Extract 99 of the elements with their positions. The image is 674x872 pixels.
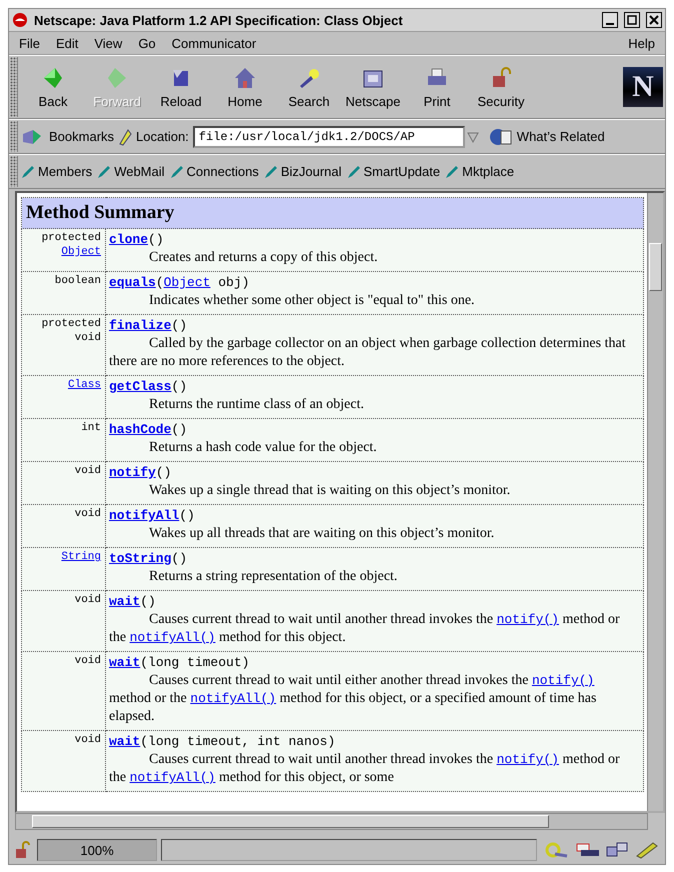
modifier-text: void — [74, 654, 101, 668]
method-description: Wakes up all threads that are waiting on this object’s monitor. — [148, 525, 496, 543]
parameter-text: () — [171, 379, 188, 394]
horizontal-scrollbar[interactable] — [15, 813, 648, 830]
parameter-text: () — [171, 318, 188, 333]
location-label: Location: — [136, 129, 189, 144]
method-description: Creates and returns a copy of this object. — [148, 249, 379, 267]
method-description: Returns a hash code value for the object. — [148, 439, 378, 457]
parameter-text: (long timeout, int nanos) — [140, 734, 336, 749]
modifier-text: void — [74, 733, 101, 747]
close-icon — [649, 15, 659, 25]
toolbar-grip[interactable] — [10, 57, 18, 117]
modifier-text: boolean — [54, 274, 101, 288]
method-link[interactable]: getClass — [109, 379, 172, 394]
netscape-logo: N — [623, 67, 663, 107]
personal-toolbar-link[interactable]: BizJournal — [264, 164, 342, 179]
table-heading: Method Summary — [22, 198, 644, 228]
method-link[interactable]: notify() — [496, 752, 559, 767]
parameter-text: () — [171, 422, 188, 437]
window-title: Netscape: Java Platform 1.2 API Specification: Class Object — [34, 12, 404, 28]
method-description: Indicates whether some other object is "equal to" this one. — [148, 292, 476, 310]
type-link[interactable]: Object — [24, 245, 101, 259]
parameter-text: (long timeout) — [140, 655, 250, 670]
toolbar-button[interactable]: Security — [469, 56, 533, 118]
toolbar-button[interactable]: Print — [405, 56, 469, 118]
bookmarks-menu[interactable]: Bookmarks — [49, 129, 114, 144]
toolbar-grip[interactable] — [10, 156, 18, 187]
method-description: Causes current thread to wait until either another thread invokes the notify() method or the notifyAll() method for this object, or a specified amount of time has elapsed. — [109, 672, 598, 726]
toolbar-button[interactable]: Home — [213, 56, 277, 118]
pen-icon — [97, 164, 112, 178]
modifier-text: void — [74, 331, 101, 345]
location-field[interactable]: file:/usr/local/jdk1.2/DOCS/AP — [192, 126, 465, 148]
pen-icon — [346, 164, 361, 178]
method-link[interactable]: notify — [109, 465, 156, 480]
type-link[interactable]: Object — [164, 275, 210, 290]
pen-icon — [264, 164, 278, 178]
method-link[interactable]: wait — [109, 655, 140, 670]
toolbar-grip[interactable] — [10, 121, 18, 152]
toolbar-button[interactable]: Search — [277, 56, 341, 118]
close-button[interactable] — [646, 12, 662, 28]
modifier-text: int — [80, 421, 101, 435]
menu-item[interactable]: Help — [622, 36, 661, 50]
pen-icon — [21, 164, 35, 178]
method-description: Causes current thread to wait until another thread invokes the notify() method or the notifyAll() method for this object, or some — [109, 751, 621, 787]
vertical-scrollbar[interactable] — [647, 193, 663, 811]
method-link[interactable]: wait — [109, 594, 140, 609]
personal-toolbar-link[interactable]: Connections — [170, 164, 259, 179]
toolbar-button[interactable]: Reload — [149, 56, 213, 118]
menu-item[interactable]: Communicator — [166, 36, 262, 50]
method-link[interactable]: notifyAll() — [190, 691, 276, 706]
method-link[interactable]: toString — [109, 551, 172, 566]
modifier-text: void — [74, 593, 101, 607]
method-description: Called by the garbage collector on an object when garbage collection determines that there are no more references to the object. — [109, 335, 627, 371]
parameter-text: () — [156, 465, 172, 480]
modifier-text: void — [74, 507, 101, 521]
pen-icon — [170, 164, 184, 178]
maximize-icon — [627, 15, 637, 25]
method-link[interactable]: notify() — [496, 612, 559, 627]
method-link[interactable]: finalize — [109, 318, 172, 333]
method-description: Causes current thread to wait until another thread invokes the notify() method or the notifyAll() method for this object. — [109, 611, 621, 647]
method-link[interactable]: notifyAll() — [130, 770, 216, 785]
method-description: Returns the runtime class of an object. — [148, 396, 365, 414]
personal-toolbar-link[interactable]: SmartUpdate — [346, 164, 440, 179]
method-link[interactable]: hashCode — [109, 422, 172, 437]
modifier-text: protected — [40, 317, 101, 331]
personal-toolbar-link[interactable]: Mktplace — [445, 164, 514, 179]
method-link[interactable]: wait — [109, 734, 140, 749]
toolbar-button[interactable]: Netscape — [341, 56, 405, 118]
parameter-text: () — [171, 551, 188, 566]
menu-item[interactable]: Go — [132, 36, 162, 50]
modifier-text: void — [74, 464, 101, 478]
zoom-level: 100% — [37, 839, 157, 861]
method-link[interactable]: equals — [109, 275, 156, 290]
method-link[interactable]: notifyAll — [109, 508, 180, 523]
method-link[interactable]: clone — [109, 232, 148, 247]
maximize-button[interactable] — [624, 12, 640, 28]
parameter-text: () — [148, 232, 164, 247]
parameter-text: () — [179, 508, 195, 523]
globe-icon — [488, 126, 513, 146]
minimize-icon — [606, 23, 614, 25]
home-icon — [233, 66, 257, 90]
parameter-text: () — [140, 594, 156, 609]
method-description: Returns a string representation of the object. — [148, 568, 398, 586]
method-link[interactable]: notifyAll() — [130, 630, 216, 645]
method-description: Wakes up a single thread that is waiting on this object’s monitor. — [148, 482, 512, 500]
modifier-text: protected — [40, 231, 101, 245]
menu-item[interactable]: View — [88, 36, 128, 50]
personal-toolbar-link[interactable]: WebMail — [97, 164, 165, 179]
parameter-text: ( — [156, 275, 164, 290]
whats-related-button[interactable]: What’s Related — [516, 129, 605, 144]
parameter-text: obj) — [217, 275, 250, 290]
method-link[interactable]: notify() — [532, 673, 594, 688]
padlock-icon — [13, 840, 33, 860]
pen-icon — [445, 164, 460, 178]
toolbar-button[interactable]: Back — [21, 56, 85, 118]
menu-item[interactable]: Edit — [50, 36, 84, 50]
minimize-button[interactable] — [602, 12, 618, 28]
menu-item[interactable]: File — [13, 36, 46, 50]
personal-toolbar-link[interactable]: Members — [21, 164, 92, 179]
